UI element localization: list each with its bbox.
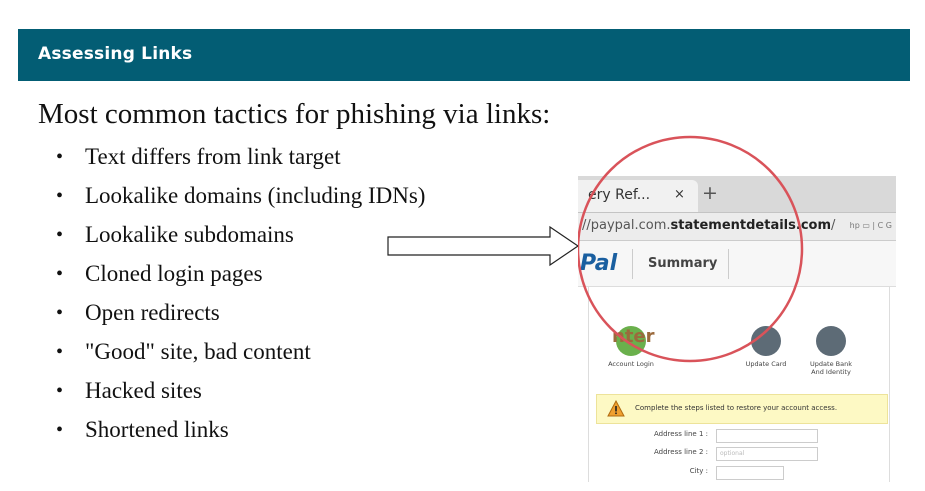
bullet-text: Cloned login pages bbox=[85, 261, 263, 286]
warning-icon bbox=[607, 400, 625, 417]
bullet-item: • Lookalike domains (including IDNs) bbox=[56, 180, 425, 219]
bullet-list: • Text differs from link target • Lookalik… bbox=[56, 141, 425, 453]
bullet-text: Open redirects bbox=[85, 300, 220, 325]
bullet-dot: • bbox=[56, 380, 64, 402]
bullet-dot: • bbox=[56, 302, 64, 324]
bullet-dot: • bbox=[56, 185, 64, 207]
bullet-item: • Open redirects bbox=[56, 297, 425, 336]
bullet-dot: • bbox=[56, 263, 64, 285]
magnifier-circle bbox=[578, 135, 804, 363]
bullet-text: Lookalike subdomains bbox=[85, 222, 294, 247]
bullet-item: • Hacked sites bbox=[56, 375, 425, 414]
warning-text: Complete the steps listed to restore you… bbox=[635, 404, 838, 412]
city-input[interactable] bbox=[716, 466, 784, 480]
right-arrow-icon bbox=[387, 225, 580, 267]
address-line-1-input[interactable] bbox=[716, 429, 818, 443]
bullet-dot: • bbox=[56, 146, 64, 168]
address-line-2-input[interactable]: optional bbox=[716, 447, 818, 461]
warning-banner: Complete the steps listed to restore you… bbox=[596, 394, 888, 424]
field-label: City : bbox=[689, 467, 708, 475]
bullet-item: • Lookalike subdomains bbox=[56, 219, 425, 258]
bullet-dot: • bbox=[56, 341, 64, 363]
url-suffix: / bbox=[831, 218, 836, 233]
bullet-item: • Text differs from link target bbox=[56, 141, 425, 180]
slide-title: Assessing Links bbox=[38, 44, 193, 64]
bank-icon bbox=[816, 326, 846, 356]
bullet-item: • "Good" site, bad content bbox=[56, 336, 425, 375]
title-bar: Assessing Links bbox=[18, 29, 910, 81]
bullet-text: "Good" site, bad content bbox=[85, 339, 311, 364]
field-label: Address line 2 : bbox=[654, 448, 708, 456]
bullet-dot: • bbox=[56, 224, 64, 246]
bullet-item: • Cloned login pages bbox=[56, 258, 425, 297]
slide-heading: Most common tactics for phishing via lin… bbox=[38, 98, 551, 130]
bullet-text: Lookalike domains (including IDNs) bbox=[85, 183, 426, 208]
bullet-dot: • bbox=[56, 419, 64, 441]
bullet-text: Shortened links bbox=[85, 417, 229, 442]
bullet-item: • Shortened links bbox=[56, 414, 425, 453]
field-label: Address line 1 : bbox=[654, 430, 708, 438]
bullet-text: Text differs from link target bbox=[85, 144, 341, 169]
browser-toolbar-icons: hp ▭ | C G bbox=[849, 221, 892, 230]
placeholder-text: optional bbox=[720, 450, 745, 457]
bullet-text: Hacked sites bbox=[85, 378, 202, 403]
